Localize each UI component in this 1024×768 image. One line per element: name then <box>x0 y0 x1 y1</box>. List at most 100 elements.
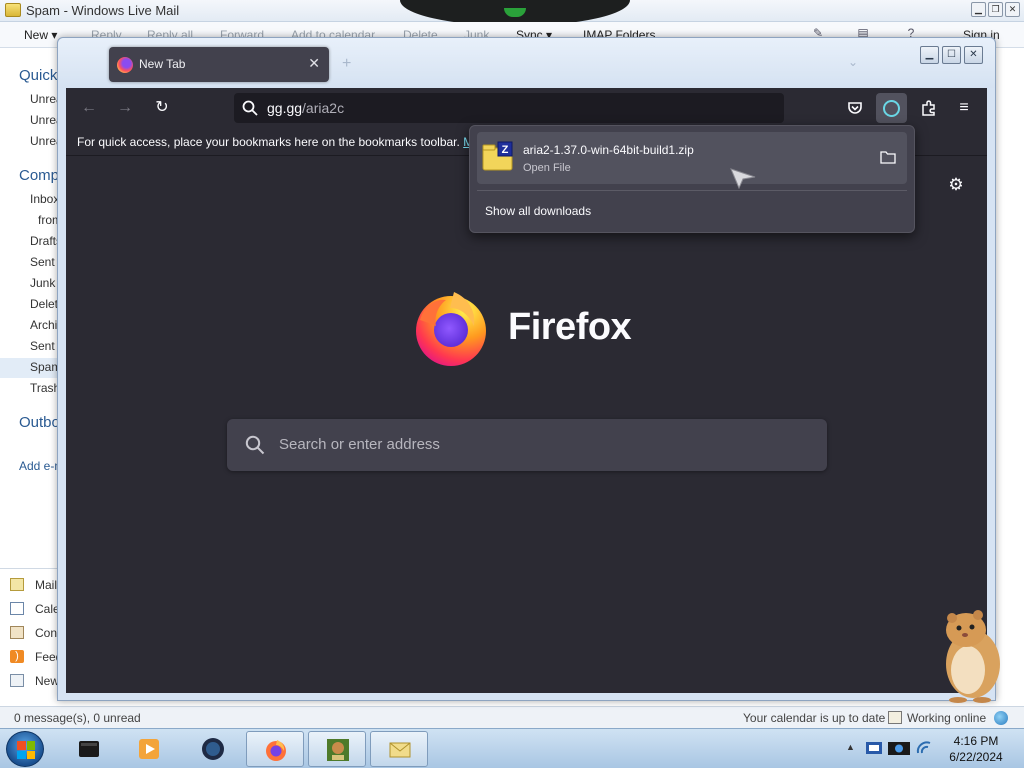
message-count: 0 message(s), 0 unread <box>14 711 141 725</box>
firefox-window-controls: ▁ ☐ ✕ <box>920 46 983 64</box>
folder-item[interactable]: Sent items <box>30 255 57 269</box>
folder-item[interactable]: from <box>38 213 57 227</box>
feeds-view-label: Feeds <box>35 650 57 664</box>
download-status: Open File <box>523 162 571 174</box>
reload-icon[interactable]: ↻ <box>151 97 173 119</box>
start-button[interactable] <box>6 731 44 767</box>
folder-item[interactable]: Junk e-mail <box>30 276 57 290</box>
firefox-icon <box>266 740 286 761</box>
contacts-icon <box>10 626 24 639</box>
show-hidden-icons-icon[interactable]: ▲ <box>846 742 855 752</box>
folder-item[interactable]: Sent <box>30 339 55 353</box>
zip-archive-icon: Z <box>482 141 513 171</box>
new-label: New <box>24 28 49 42</box>
hamster-desktop-gadget <box>946 610 1000 703</box>
folder-item[interactable]: Inbox <box>30 192 57 206</box>
bookmarks-hint: For quick access, place your bookmarks h… <box>77 135 473 149</box>
taskbar-firefox[interactable] <box>246 731 304 767</box>
taskbar-clock[interactable]: 4:16 PM 6/22/2024 <box>937 733 1015 765</box>
black-device-icon <box>79 741 99 757</box>
add-email-account-link[interactable]: Add e-mail account <box>19 459 57 473</box>
dark-orb-icon <box>202 738 224 760</box>
wlm-minimize-button[interactable]: ▁ <box>971 2 986 17</box>
rss-icon: ) <box>10 650 24 663</box>
calendar-status: Your calendar is up to date <box>743 711 886 725</box>
taskbar-app-2[interactable] <box>120 731 178 767</box>
back-arrow-icon[interactable]: ← <box>78 97 100 119</box>
globe-icon <box>994 711 1008 725</box>
newsgroups-icon <box>10 674 24 687</box>
mail-view-button[interactable]: Mail <box>0 573 58 597</box>
navigation-toolbar: ← → ↻ gg.gg/aria2c ≡ <box>66 88 987 128</box>
taskbar-app-3[interactable] <box>184 731 242 767</box>
taskbar-live-mail[interactable] <box>370 731 428 767</box>
list-all-tabs-button[interactable]: ⌄ <box>848 55 858 69</box>
firefox-window: New Tab ✕ + ⌄ ▁ ☐ ✕ ← → ↻ gg.gg/aria2c ≡… <box>57 37 996 701</box>
ff-close-button[interactable]: ✕ <box>964 46 983 64</box>
contacts-view-label: Contacts <box>35 626 58 640</box>
firefox-body: ← → ↻ gg.gg/aria2c ≡ For quick access, p… <box>66 88 987 693</box>
divider <box>477 190 907 191</box>
firefox-wordmark: Firefox <box>508 306 632 348</box>
downloads-button[interactable] <box>876 93 907 123</box>
calendar-status-icon <box>888 711 902 724</box>
tab-label: New Tab <box>139 57 186 71</box>
windows-taskbar: ▲ 4:16 PM 6/22/2024 <box>0 728 1024 768</box>
windows-logo-icon <box>17 741 35 759</box>
new-tab-page: ⚙ Firefox Search or enter address <box>66 156 987 693</box>
tab-new-tab[interactable]: New Tab ✕ <box>109 47 329 82</box>
wlm-window-controls: ▁ ❐ ✕ <box>971 2 1020 17</box>
downloads-panel: Z aria2-1.37.0-win-64bit-build1.zip Open… <box>469 125 915 233</box>
new-tab-search-box[interactable]: Search or enter address <box>227 419 827 471</box>
mail-icon <box>10 578 24 591</box>
ff-maximize-button[interactable]: ☐ <box>942 46 961 64</box>
wlm-restore-button[interactable]: ❐ <box>988 2 1003 17</box>
new-tab-button[interactable]: + <box>342 55 351 73</box>
download-item[interactable]: Z aria2-1.37.0-win-64bit-build1.zip Open… <box>477 132 907 184</box>
wlm-close-button[interactable]: ✕ <box>1005 2 1020 17</box>
tray-camera-icon[interactable] <box>887 739 911 757</box>
new-button[interactable]: New ▾ <box>24 28 57 42</box>
menu-hamburger-icon[interactable]: ≡ <box>953 97 975 119</box>
forward-arrow-icon[interactable]: → <box>114 97 136 119</box>
quick-view-item[interactable]: Unread e-mail <box>30 92 57 106</box>
url-bar[interactable]: gg.gg/aria2c <box>234 93 784 123</box>
network-icon[interactable] <box>915 739 933 757</box>
show-all-downloads-button[interactable]: Show all downloads <box>485 204 591 218</box>
newsgroups-view-button[interactable]: Newsgroups <box>0 669 57 693</box>
wlm-view-switcher: Mail Calendar Contacts ) Feeds Newsgroup… <box>0 568 58 693</box>
folder-item[interactable]: Deleted items <box>30 297 57 311</box>
quick-view-item[interactable]: Unread from contacts <box>30 113 57 127</box>
folder-item[interactable]: Trash <box>30 381 57 395</box>
clock-time: 4:16 PM <box>953 734 999 748</box>
taskbar-box-app[interactable] <box>308 731 366 767</box>
mail-view-label: Mail <box>35 578 58 592</box>
tab-close-icon[interactable]: ✕ <box>308 55 320 72</box>
feeds-view-button[interactable]: ) Feeds <box>0 645 57 669</box>
mail-envelope-icon <box>389 742 411 758</box>
calendar-view-button[interactable]: Calendar <box>0 597 58 621</box>
quick-views-header[interactable]: Quick views <box>19 67 57 84</box>
pocket-icon[interactable] <box>847 100 863 116</box>
taskbar-app-1[interactable] <box>60 731 118 767</box>
clock-date: 6/22/2024 <box>949 750 1003 764</box>
url-host: gg.gg <box>267 100 303 116</box>
ff-minimize-button[interactable]: ▁ <box>920 46 939 64</box>
extensions-icon[interactable] <box>920 99 938 117</box>
folder-item-selected[interactable]: Spam <box>0 358 57 378</box>
download-progress-icon <box>883 100 900 117</box>
tray-app-icon[interactable] <box>865 739 883 757</box>
folder-icon[interactable] <box>880 150 896 164</box>
search-icon <box>245 435 265 455</box>
contacts-view-button[interactable]: Contacts <box>0 621 58 645</box>
calendar-view-label: Calendar <box>35 602 58 616</box>
bookmarks-hint-text: For quick access, place your bookmarks h… <box>77 135 460 149</box>
account-header[interactable]: Computer <box>19 167 57 184</box>
firefox-tab-bar: New Tab ✕ + ⌄ ▁ ☐ ✕ <box>58 38 995 88</box>
gear-icon[interactable]: ⚙ <box>947 176 965 194</box>
folder-item[interactable]: Archive <box>30 318 57 332</box>
quick-view-item[interactable]: Unread feeds <box>30 134 57 148</box>
folder-item[interactable]: Drafts <box>30 234 57 248</box>
newsgroups-view-label: Newsgroups <box>35 674 57 688</box>
outbox-header[interactable]: Outbox <box>19 414 57 431</box>
